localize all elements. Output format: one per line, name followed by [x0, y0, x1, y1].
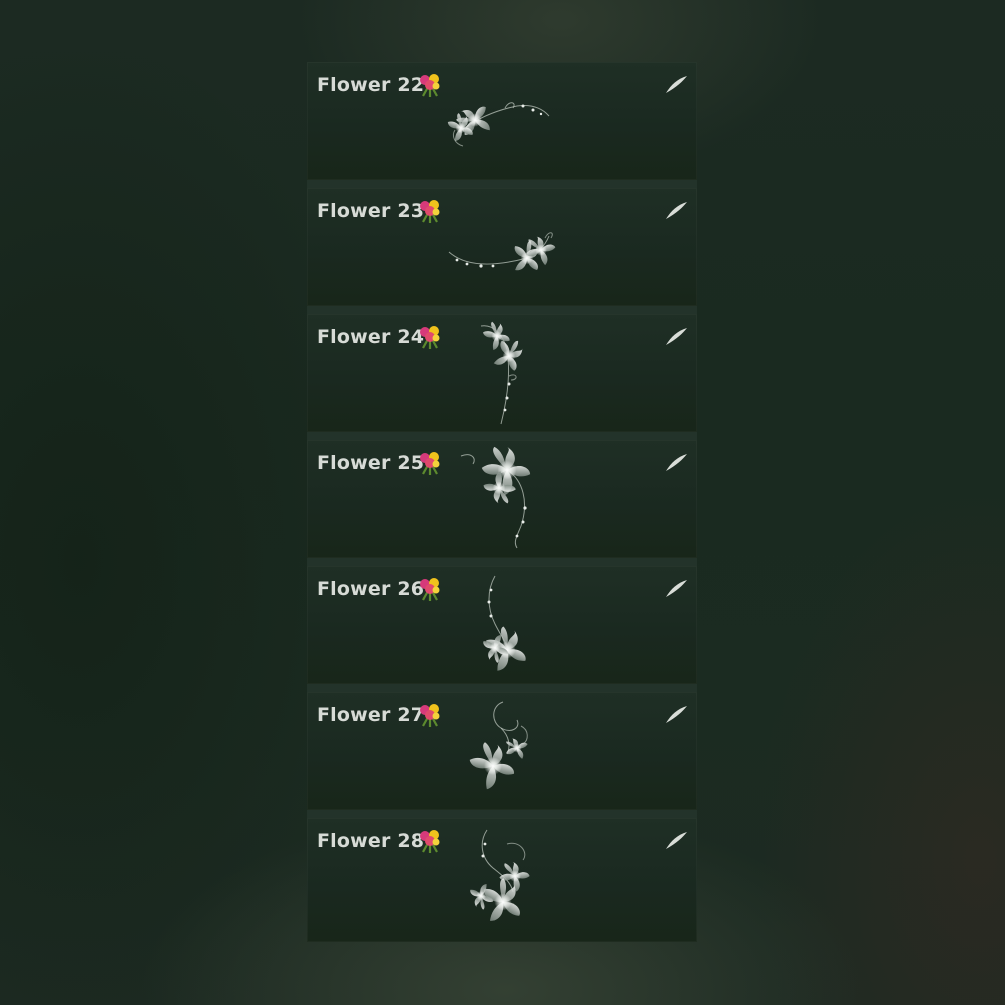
separator — [307, 684, 697, 692]
brush-preview — [480, 320, 531, 425]
brush-item-flower-27[interactable]: Flower 27 — [307, 692, 697, 818]
brush-stroke-icon[interactable] — [663, 199, 689, 223]
brush-item-flower-23[interactable]: Flower 23 — [307, 188, 697, 314]
brush-stroke-icon[interactable] — [663, 325, 689, 349]
separator — [307, 432, 697, 440]
brush-item-flower-24[interactable]: Flower 24 — [307, 314, 697, 440]
brush-preview — [465, 829, 532, 933]
brush-stroke-icon[interactable] — [663, 73, 689, 97]
brush-name: Flower 24 — [317, 326, 425, 348]
separator — [307, 558, 697, 566]
brush-name: Flower 25 — [317, 452, 425, 474]
brush-item-flower-22[interactable]: Flower 22 — [307, 62, 697, 188]
brush-preview — [460, 446, 531, 549]
brush-preview — [442, 97, 550, 147]
separator — [307, 810, 697, 818]
brush-name: Flower 22 — [317, 74, 425, 96]
brush-name: Flower 27 — [317, 704, 425, 726]
separator — [307, 306, 697, 314]
brush-item-flower-26[interactable]: Flower 26 — [307, 566, 697, 692]
brush-stroke-icon[interactable] — [663, 703, 689, 727]
brush-library-panel: Flower 22 Flower 23 Flower 24 Flower 25 … — [307, 62, 697, 942]
brush-preview — [477, 575, 534, 679]
brush-name: Flower 28 — [317, 830, 425, 852]
brush-stroke-icon[interactable] — [663, 577, 689, 601]
brush-preview — [448, 231, 560, 281]
brush-item-flower-28[interactable]: Flower 28 — [307, 818, 697, 942]
brush-name: Flower 26 — [317, 578, 425, 600]
brush-item-flower-25[interactable]: Flower 25 — [307, 440, 697, 566]
brush-stroke-icon[interactable] — [663, 451, 689, 475]
separator — [307, 180, 697, 188]
brush-name: Flower 23 — [317, 200, 425, 222]
brush-preview — [465, 701, 533, 794]
brush-stroke-icon[interactable] — [663, 829, 689, 853]
